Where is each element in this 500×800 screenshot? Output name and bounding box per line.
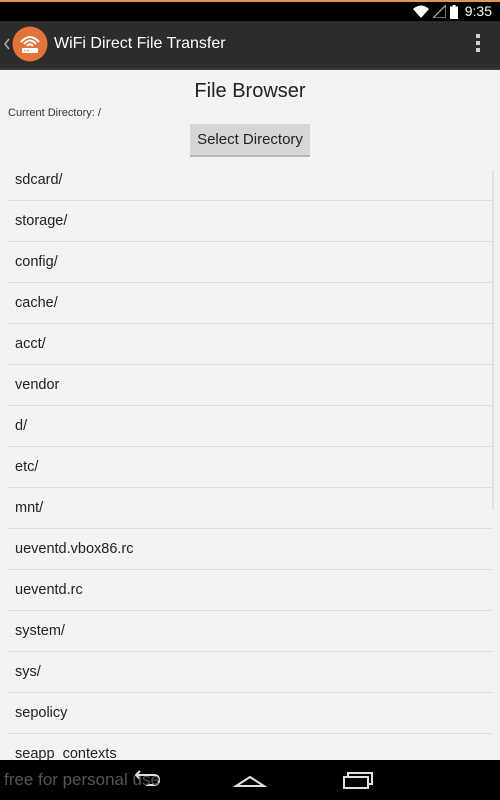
list-item[interactable]: system/ bbox=[8, 611, 492, 652]
list-item[interactable]: d/ bbox=[8, 406, 492, 447]
list-item[interactable]: mnt/ bbox=[8, 488, 492, 529]
wifi-router-icon[interactable] bbox=[12, 26, 48, 62]
navigation-bar bbox=[0, 760, 500, 800]
file-list: sdcard/ storage/ config/ cache/ acct/ ve… bbox=[8, 160, 492, 760]
list-item[interactable]: sys/ bbox=[8, 652, 492, 693]
list-item[interactable]: sdcard/ bbox=[8, 160, 492, 201]
select-directory-button[interactable]: Select Directory bbox=[190, 124, 310, 157]
wifi-icon bbox=[412, 5, 429, 18]
scrollbar[interactable] bbox=[492, 170, 494, 510]
current-directory-label: Current Directory: / bbox=[8, 107, 101, 119]
list-item[interactable]: cache/ bbox=[8, 283, 492, 324]
signal-icon bbox=[432, 5, 446, 18]
list-item[interactable]: config/ bbox=[8, 242, 492, 283]
list-item[interactable]: vendor bbox=[8, 365, 492, 406]
status-time: 9:35 bbox=[464, 3, 492, 19]
status-bar: 9:35 bbox=[0, 0, 500, 21]
list-item[interactable]: ueventd.rc bbox=[8, 570, 492, 611]
page-title: File Browser bbox=[194, 80, 306, 102]
status-icons: 9:35 bbox=[412, 2, 492, 21]
recents-icon[interactable] bbox=[341, 770, 375, 790]
file-browser-content: File Browser Current Directory: / Select… bbox=[0, 70, 500, 760]
chevron-left-icon[interactable] bbox=[2, 35, 12, 53]
list-item[interactable]: etc/ bbox=[8, 447, 492, 488]
list-item[interactable]: acct/ bbox=[8, 324, 492, 365]
list-item[interactable]: storage/ bbox=[8, 201, 492, 242]
home-icon[interactable] bbox=[233, 770, 267, 790]
list-item[interactable]: seapp_contexts bbox=[8, 734, 492, 760]
battery-icon bbox=[449, 4, 458, 19]
action-bar: WiFi Direct File Transfer bbox=[0, 21, 500, 70]
app-title: WiFi Direct File Transfer bbox=[54, 35, 226, 52]
overflow-menu-icon[interactable] bbox=[474, 34, 482, 56]
list-item[interactable]: ueventd.vbox86.rc bbox=[8, 529, 492, 570]
list-item[interactable]: sepolicy bbox=[8, 693, 492, 734]
back-icon[interactable] bbox=[128, 770, 162, 790]
